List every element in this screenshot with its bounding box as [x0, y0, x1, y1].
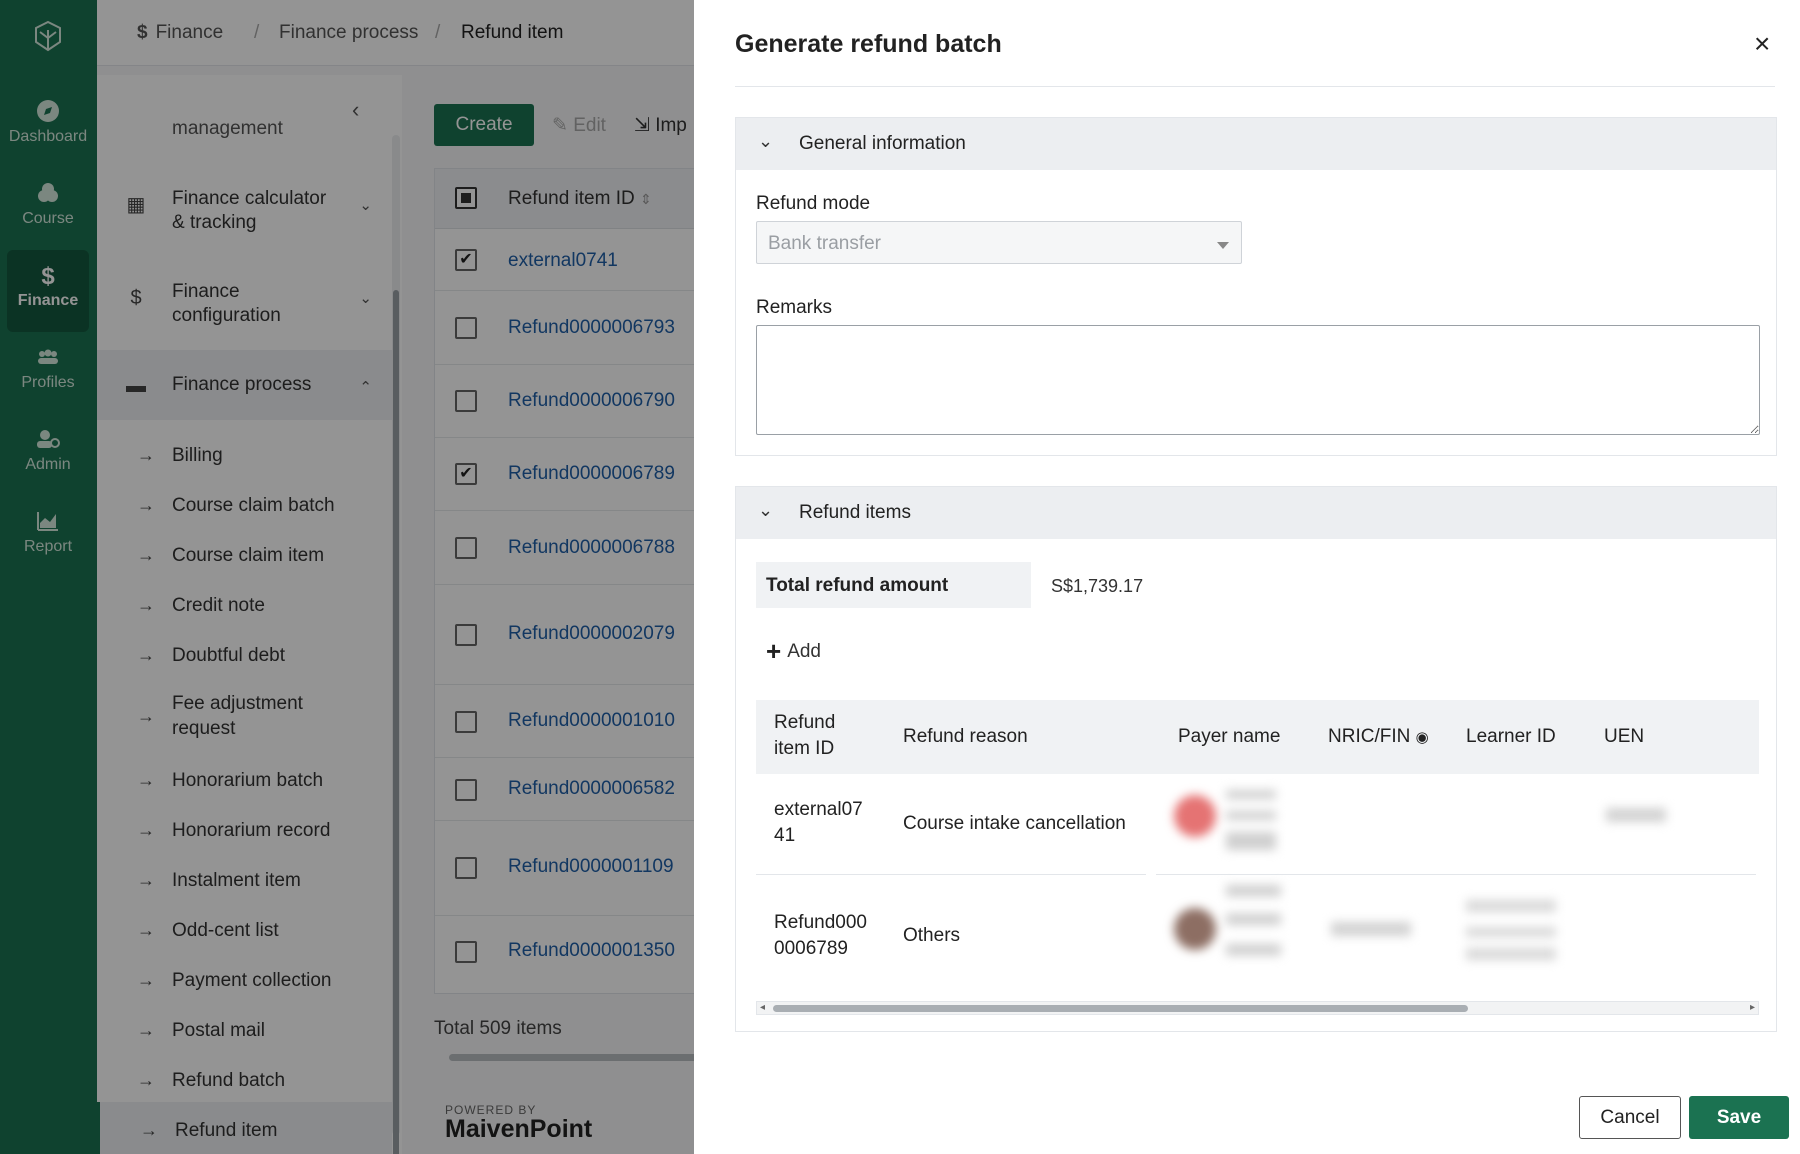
- refund-items-table: Refund item ID Refund reason Payer name …: [756, 700, 1759, 1000]
- column-header-learner-id: Learner ID: [1466, 726, 1556, 747]
- divider: [735, 86, 1775, 87]
- scroll-left-icon[interactable]: ◂: [760, 1002, 765, 1014]
- avatar: [1174, 908, 1216, 950]
- cancel-button[interactable]: Cancel: [1579, 1096, 1681, 1139]
- close-icon[interactable]: ×: [1754, 28, 1770, 60]
- scroll-right-icon[interactable]: ▸: [1750, 1002, 1755, 1014]
- scrollbar-thumb[interactable]: [773, 1005, 1468, 1012]
- add-button[interactable]: + Add: [766, 636, 821, 667]
- avatar: [1174, 795, 1216, 837]
- cell-refund-reason: Course intake cancellation: [903, 813, 1126, 834]
- caret-down-icon: [1217, 242, 1229, 249]
- table-header: Refund item ID Refund reason Payer name …: [756, 700, 1759, 774]
- column-header-uen: UEN: [1604, 726, 1645, 747]
- section-title: General information: [799, 133, 966, 154]
- refund-items-section: ⌄ Refund items Total refund amount S$1,7…: [735, 486, 1777, 1032]
- refund-mode-label: Refund mode: [756, 193, 871, 214]
- remarks-textarea[interactable]: [756, 325, 1760, 435]
- column-header-refund-reason: Refund reason: [903, 726, 1028, 747]
- redacted-uen: [1606, 808, 1666, 822]
- cell-refund-reason: Others: [903, 925, 961, 946]
- cell-refund-item-id: Refund000 0006789: [774, 912, 867, 959]
- general-information-section: ⌄ General information Refund mode Bank t…: [735, 117, 1777, 456]
- refund-mode-value: Bank transfer: [768, 233, 881, 254]
- section-header[interactable]: ⌄ Refund items: [736, 487, 1776, 539]
- redacted-payer-name: [1226, 790, 1276, 850]
- drawer-title: Generate refund batch: [735, 30, 1002, 58]
- plus-icon: +: [766, 636, 782, 666]
- redacted-payer-name: [1226, 885, 1281, 980]
- total-refund-amount-label-box: Total refund amount: [756, 562, 1031, 608]
- table-horizontal-scrollbar[interactable]: ◂ ▸: [756, 1001, 1759, 1015]
- row-divider: [1156, 874, 1756, 875]
- save-button[interactable]: Save: [1689, 1096, 1789, 1139]
- modal-overlay[interactable]: [0, 0, 694, 1154]
- generate-refund-batch-drawer: Generate refund batch × ⌄ General inform…: [694, 0, 1800, 1154]
- row-divider: [756, 874, 1146, 875]
- eye-icon[interactable]: ◉: [1416, 729, 1429, 746]
- column-header-payer-name: Payer name: [1178, 726, 1281, 747]
- column-header-nric: NRIC/FIN ◉: [1328, 726, 1429, 747]
- remarks-label: Remarks: [756, 297, 833, 318]
- section-title: Refund items: [799, 502, 911, 523]
- chevron-down-icon[interactable]: ⌄: [758, 500, 773, 521]
- column-header-refund-item-id: Refund item ID: [774, 712, 836, 759]
- redacted-learner-id: [1466, 900, 1556, 960]
- cell-refund-item-id: external07 41: [774, 799, 863, 846]
- total-refund-amount-value: S$1,739.17: [1051, 576, 1144, 596]
- total-refund-amount-label: Total refund amount: [766, 575, 949, 596]
- redacted-nric: [1331, 922, 1411, 936]
- refund-mode-select[interactable]: Bank transfer: [756, 221, 1242, 264]
- chevron-down-icon[interactable]: ⌄: [758, 131, 773, 152]
- section-header[interactable]: ⌄ General information: [736, 118, 1776, 170]
